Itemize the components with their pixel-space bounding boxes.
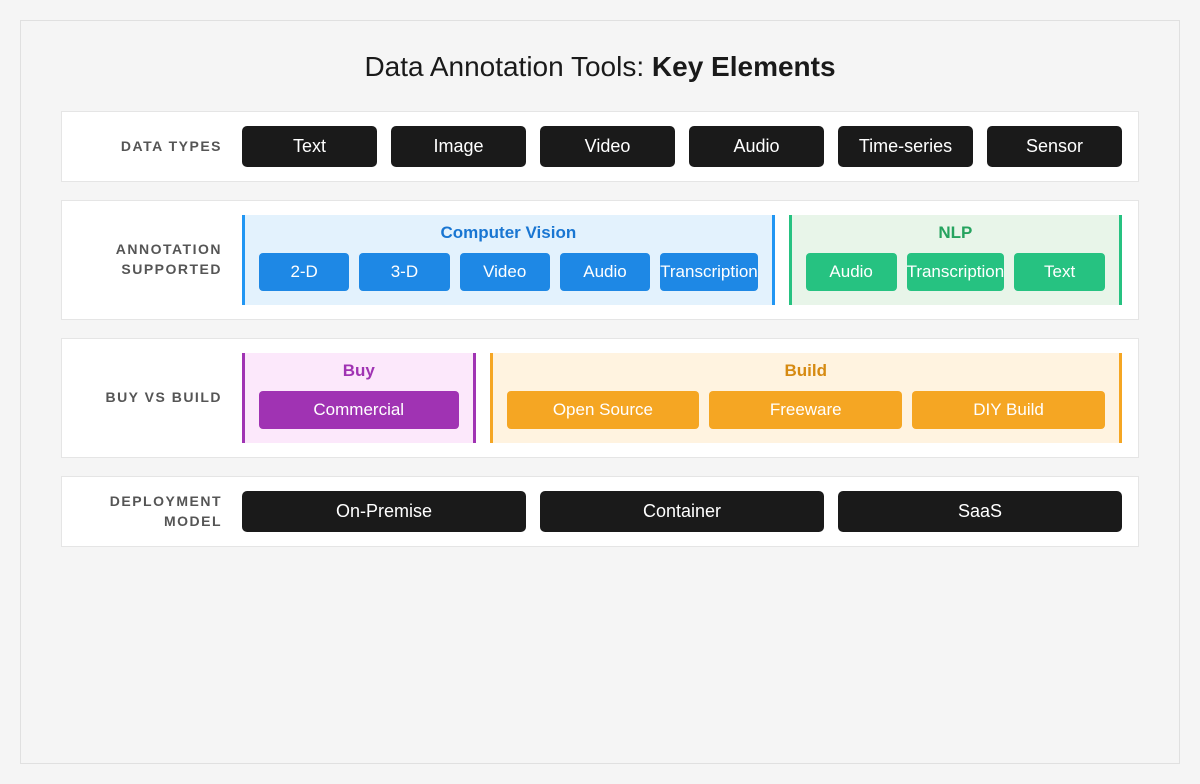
data-type-item: Image	[391, 126, 526, 167]
subgroup-computer-vision: Computer Vision 2-D 3-D Video Audio Tran…	[242, 215, 775, 305]
annotation-item: 3-D	[359, 253, 449, 291]
annotation-item: Text	[1014, 253, 1105, 291]
subgroup-items: Audio Transcription Text	[806, 253, 1105, 291]
subgroup-nlp: NLP Audio Transcription Text	[789, 215, 1122, 305]
title-prefix: Data Annotation Tools:	[364, 51, 651, 82]
annotation-item: Transcription	[660, 253, 758, 291]
annotation-content: Computer Vision 2-D 3-D Video Audio Tran…	[242, 215, 1122, 305]
annotation-item: Audio	[560, 253, 650, 291]
section-label: BUY VS BUILD	[62, 353, 242, 443]
diagram-container: Data Annotation Tools: Key Elements DATA…	[20, 20, 1180, 764]
section-data-types: DATA TYPES Text Image Video Audio Time-s…	[61, 111, 1139, 182]
subgroup-items: Commercial	[259, 391, 459, 429]
data-type-item: Text	[242, 126, 377, 167]
annotation-item: 2-D	[259, 253, 349, 291]
subgroup-items: Open Source Freeware DIY Build	[507, 391, 1106, 429]
data-type-item: Time-series	[838, 126, 973, 167]
build-item: Freeware	[709, 391, 902, 429]
deployment-content: On-Premise Container SaaS	[242, 491, 1122, 532]
deployment-item: Container	[540, 491, 824, 532]
data-types-content: Text Image Video Audio Time-series Senso…	[242, 126, 1122, 167]
deployment-item: SaaS	[838, 491, 1122, 532]
subgroup-title: NLP	[806, 223, 1105, 243]
annotation-item: Video	[460, 253, 550, 291]
annotation-item: Transcription	[907, 253, 1005, 291]
section-label: ANNOTATION SUPPORTED	[62, 215, 242, 305]
data-type-item: Sensor	[987, 126, 1122, 167]
data-type-item: Video	[540, 126, 675, 167]
subgroup-build: Build Open Source Freeware DIY Build	[490, 353, 1123, 443]
build-item: Open Source	[507, 391, 700, 429]
subgroup-title: Build	[507, 361, 1106, 381]
subgroup-buy: Buy Commercial	[242, 353, 476, 443]
subgroup-title: Computer Vision	[259, 223, 758, 243]
buy-item: Commercial	[259, 391, 459, 429]
buy-build-content: Buy Commercial Build Open Source Freewar…	[242, 353, 1122, 443]
annotation-item: Audio	[806, 253, 897, 291]
build-item: DIY Build	[912, 391, 1105, 429]
data-type-item: Audio	[689, 126, 824, 167]
page-title: Data Annotation Tools: Key Elements	[61, 51, 1139, 83]
section-annotation-supported: ANNOTATION SUPPORTED Computer Vision 2-D…	[61, 200, 1139, 320]
section-label: DATA TYPES	[62, 126, 242, 167]
deployment-item: On-Premise	[242, 491, 526, 532]
title-bold: Key Elements	[652, 51, 836, 82]
subgroup-items: 2-D 3-D Video Audio Transcription	[259, 253, 758, 291]
section-deployment-model: DEPLOYMENT MODEL On-Premise Container Sa…	[61, 476, 1139, 547]
section-label: DEPLOYMENT MODEL	[62, 491, 242, 532]
section-buy-vs-build: BUY VS BUILD Buy Commercial Build Open S…	[61, 338, 1139, 458]
subgroup-title: Buy	[259, 361, 459, 381]
